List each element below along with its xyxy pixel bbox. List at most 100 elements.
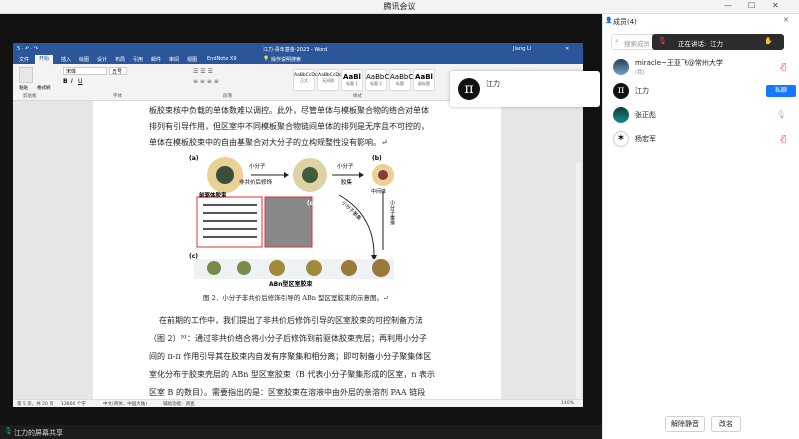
app-titlebar: 腾讯会议 — ☐ ✕: [0, 0, 799, 14]
panel-close-icon[interactable]: ✕: [783, 16, 789, 24]
bottom-label: ABn型区室胶束: [269, 281, 313, 288]
tab-endnote[interactable]: EndNote X9: [207, 56, 237, 62]
tab-insert[interactable]: 插入: [61, 56, 71, 63]
document-area: 板胶束核中负载的单体数难以调控。此外，尽管单体与模板聚合物的络合对单体 排列有引…: [13, 101, 583, 407]
avatar: ✶: [613, 131, 629, 147]
style-normal[interactable]: AaBbCcDc 正文: [293, 69, 317, 91]
figure-2: (a) (b) 小分子 非共价后修饰 小分子 胶集 前驱体胶束 中间体 (d) …: [189, 155, 404, 288]
avatar: π: [613, 83, 629, 99]
status-bar: 第 5 页，共 20 页 13660 个字 中文(简体，中国大陆) 辅助功能：调…: [13, 399, 583, 407]
member-row-miracle[interactable]: miracle~王亚飞@常州大学 (我) 🎙̸: [603, 56, 799, 80]
word-titlebar: 5 · ↶ · ↷ 江力-青年基金-2023 - Word Jiang Li ✕: [13, 43, 583, 55]
mic-muted-icon[interactable]: 🎙̸: [781, 62, 786, 71]
speaking-name: 江力: [710, 40, 723, 48]
tab-references[interactable]: 引用: [133, 56, 143, 63]
style-title[interactable]: AaBbC 标题: [389, 69, 413, 91]
accessibility[interactable]: 辅助功能：调查: [163, 401, 195, 407]
tab-layout[interactable]: 布局: [115, 56, 125, 63]
style-heading-2[interactable]: AaBbC 标题 2: [365, 69, 389, 91]
bullets-icon[interactable]: ☰ ☰ ☰: [193, 68, 213, 75]
tab-design[interactable]: 设计: [97, 56, 107, 63]
speaking-indicator: 🎙 正在讲话: 江力 ✋: [652, 34, 784, 50]
tab-view[interactable]: 视图: [187, 56, 197, 63]
paragraph-line: 间的 π-π 作用引导其在胶束内自发有序聚集和相分离；即可制备小分子聚集体区: [149, 352, 432, 361]
style-heading-1[interactable]: AaBl 标题 1: [341, 69, 363, 91]
ribbon-tabs: 文件 开始 插入 绘图 设计 布局 引用 邮件 审阅 视图 EndNote X9…: [13, 55, 583, 64]
lightbulb-icon: 💡: [263, 56, 270, 62]
label-d: (d): [307, 200, 317, 207]
speaker-name: 江力: [486, 80, 500, 88]
private-chat-button[interactable]: 私聊: [766, 85, 796, 97]
intermediate-label: 中间体: [371, 189, 387, 195]
step1-top-label: 小分子: [249, 164, 266, 170]
member-row-zhangzhengbiao[interactable]: 张正彪 🎙: [603, 104, 799, 128]
format-painter-button[interactable]: 格式刷: [37, 85, 51, 91]
bold-icon[interactable]: B: [63, 78, 68, 85]
search-icon: ⌕: [615, 37, 619, 45]
avatar: [613, 59, 629, 75]
unmute-all-button[interactable]: 解除静音: [665, 416, 705, 432]
members-panel: 成员(4) 👤 ✕ ⌕ 搜索成员 miracle~王亚飞@常州大学 (我) 🎙̸…: [602, 14, 799, 439]
align-icon[interactable]: ≡ ≡ ≡ ≡: [193, 78, 219, 85]
intermediate-micelle-icon: [293, 158, 327, 192]
member-name: miracle~王亚飞@常州大学: [635, 59, 723, 67]
step2-bottom-label: 胶集: [341, 180, 353, 186]
search-placeholder: 搜索成员: [624, 40, 650, 48]
vertical-scrollbar[interactable]: [576, 163, 581, 407]
minimize-icon[interactable]: —: [724, 1, 732, 10]
rename-button[interactable]: 改名: [711, 416, 741, 432]
members-header: 成员(4): [613, 18, 637, 26]
label-c: (c): [189, 253, 199, 260]
hand-icon[interactable]: ✋: [764, 37, 773, 45]
group-styles: 样式: [353, 94, 362, 99]
style-subtitle[interactable]: AaBl 副标题: [413, 69, 435, 91]
mic-icon: 🎙: [4, 427, 13, 435]
tab-draw[interactable]: 绘图: [79, 56, 89, 63]
paragraph-line: （图 2）⁹¹：通过非共价络合将小分子后修饰到前驱体胶束壳层；再利用小分子: [149, 334, 428, 343]
paragraph-line: 室化分布于胶束壳层的 ABn 型区室胶束（B 代表小分子聚集形成的区室，n 表示: [149, 370, 436, 379]
speaking-prefix: 正在讲话:: [678, 40, 707, 48]
member-row-jiangli[interactable]: π 江力 私聊: [603, 80, 799, 104]
underline-icon[interactable]: U: [78, 78, 82, 85]
small-micelle-icon: [372, 164, 394, 186]
paragraph-line: 单体在模板胶束中的自由基聚合对大分子的立构规整性没有影响。↵: [149, 138, 388, 147]
word-count: 13660 个字: [61, 402, 86, 407]
tab-file[interactable]: 文件: [19, 56, 29, 63]
paste-icon[interactable]: [19, 67, 33, 83]
member-name: 张正彪: [635, 111, 656, 119]
quick-access-toolbar[interactable]: 5 · ↶ · ↷: [17, 46, 38, 52]
paragraph-line: 排列有引导作用，但区室中不同模板聚合物链间单体的排列是无序且不可控的，: [149, 122, 429, 131]
mic-icon[interactable]: 🎙: [776, 110, 786, 119]
search-input[interactable]: ⌕ 搜索成员: [611, 34, 655, 50]
mic-muted-icon[interactable]: 🎙̸: [781, 134, 786, 143]
tab-home[interactable]: 开始: [35, 55, 54, 64]
member-name: 江力: [635, 87, 649, 95]
maximize-icon[interactable]: ☐: [748, 1, 755, 10]
tem-image: [264, 196, 313, 248]
language: 中文(简体，中国大陆): [103, 402, 148, 407]
group-clipboard: 剪贴板: [23, 94, 37, 99]
word-close-icon[interactable]: ✕: [565, 46, 569, 52]
font-size-select[interactable]: 五号: [109, 67, 127, 75]
tell-me-search[interactable]: 操作说明搜索: [271, 56, 301, 63]
tab-mailings[interactable]: 邮件: [151, 56, 161, 63]
member-name: 杨宏军: [635, 135, 656, 143]
document-page[interactable]: 板胶束核中负载的单体数难以调控。此外，尽管单体与模板聚合物的络合对单体 排列有引…: [93, 101, 501, 399]
figure-graphic: [194, 157, 394, 279]
style-no-spacing[interactable]: AaBbCcDc 无间隔: [317, 69, 341, 91]
tab-review[interactable]: 审阅: [169, 56, 179, 63]
stacked-chains-icon: [203, 204, 257, 238]
close-icon[interactable]: ✕: [772, 1, 779, 10]
member-row-yanghongjun[interactable]: ✶ 杨宏军 🎙̸: [603, 128, 799, 152]
step1-bottom-label: 非共价后修饰: [239, 180, 273, 186]
font-name-select[interactable]: 宋体: [63, 67, 107, 75]
step2-top-label: 小分子: [337, 164, 354, 170]
zoom-level[interactable]: 140%: [561, 401, 574, 406]
italic-icon[interactable]: I: [71, 78, 73, 85]
page-count: 第 5 页，共 20 页: [17, 402, 54, 407]
app-title: 腾讯会议: [383, 2, 416, 11]
paragraph-line: 区室 B 的数目）。需要指出的是：区室胶束在溶液中由外层的亲溶剂 PAA 链段: [149, 388, 426, 397]
group-paragraph: 段落: [223, 94, 232, 99]
share-status-bar: 🎙 江力的屏幕共享: [0, 425, 602, 439]
paste-button[interactable]: 粘贴: [19, 85, 28, 91]
